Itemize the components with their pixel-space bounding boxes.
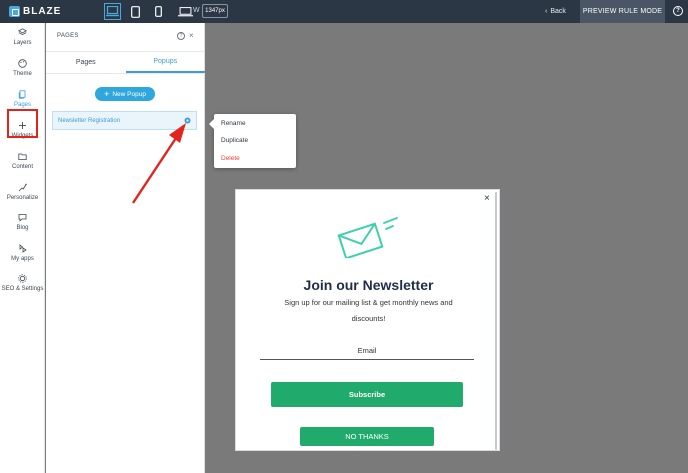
no-thanks-button[interactable]: NO THANKS [300,427,434,446]
help-icon[interactable]: ? [673,6,683,16]
newsletter-title: Join our Newsletter [303,277,434,293]
panel-tabs: Pages Popups [46,51,205,74]
email-field[interactable]: Email [260,346,474,360]
rail-label: Layers [13,40,32,46]
rail-item-blog[interactable]: Blog [0,213,45,231]
subscribe-button[interactable]: Subscribe [271,382,463,407]
pages-icon [18,90,26,99]
width-label: W [193,7,200,14]
panel-close-icon[interactable]: × [189,31,194,40]
popup-name: Newsletter Registration [58,117,121,124]
menu-item-rename[interactable]: Rename [221,120,246,127]
rail-item-my-apps[interactable]: My apps [0,244,45,262]
close-icon[interactable]: × [484,193,490,204]
logo-mark-icon [9,6,20,17]
rail-item-seo-settings[interactable]: SEO & Settings [0,274,45,292]
panel-title: PAGES [57,33,79,39]
preview-rule-mode-button[interactable]: PREVIEW RULE MODE [580,0,665,23]
pages-highlight-box [7,109,38,138]
blaze-logo[interactable]: BLAZE [9,5,61,18]
rail-item-theme[interactable]: Theme [0,59,45,77]
newsletter-subtitle: Sign up for our mailing list & get month… [284,298,453,307]
rail-label: SEO & Settings [1,286,44,292]
back-button[interactable]: ‹ Back [545,0,566,23]
chat-icon [18,214,27,222]
rail-label: Blog [16,225,29,231]
personalize-icon [18,183,27,192]
envelope-icon [337,217,398,258]
laptop-view-icon[interactable] [178,4,193,19]
new-popup-label: New Popup [112,90,146,98]
apps-icon [19,244,27,253]
layers-icon [18,28,27,36]
new-popup-button[interactable]: + New Popup [95,87,155,101]
rail-item-content[interactable]: Content [0,152,45,170]
rail-item-pages[interactable]: Pages [0,90,45,108]
chevron-left-icon: ‹ [545,8,548,15]
logo-text: BLAZE [23,6,62,17]
tab-pages[interactable]: Pages [46,52,126,73]
pages-panel: PAGES ? × Pages Popups + New Popup Newsl… [46,23,205,473]
popup-context-menu: Rename Duplicate Delete [209,114,296,168]
folder-icon [18,153,27,160]
palette-icon [18,59,27,68]
gear-icon[interactable] [184,117,191,124]
rail-item-personalize[interactable]: Personalize [0,183,45,201]
plus-icon: + [104,88,110,99]
gear-icon [18,274,27,283]
panel-help-icon[interactable]: ? [177,32,185,40]
menu-item-duplicate[interactable]: Duplicate [221,137,248,144]
editor-window: BLAZE W 1347px ‹ Back PREVIEW RULE MODE … [0,0,688,473]
device-switcher [104,3,193,20]
rail-label: Pages [13,102,31,108]
rail-label: Theme [13,71,32,77]
popup-list-item[interactable]: Newsletter Registration [52,111,197,130]
left-rail: Layers Theme Pages Widgets Content Perso… [0,23,45,473]
menu-item-delete[interactable]: Delete [221,155,240,162]
tablet-view-icon[interactable] [128,4,143,19]
top-bar: BLAZE W 1347px ‹ Back PREVIEW RULE MODE … [0,0,688,23]
rail-label: My apps [11,256,34,262]
desktop-view-icon[interactable] [104,3,121,20]
rail-label: Content [11,164,33,170]
rail-label: Personalize [6,195,39,201]
newsletter-popup: × Join our Newsletter Sign up for our ma… [235,189,500,451]
mobile-view-icon[interactable] [151,4,166,19]
back-label: Back [550,8,566,15]
width-input[interactable]: 1347px [202,4,228,18]
tab-popups[interactable]: Popups [125,52,205,73]
rail-item-layers[interactable]: Layers [0,28,45,46]
newsletter-subtitle-continued: discounts! [351,314,386,323]
